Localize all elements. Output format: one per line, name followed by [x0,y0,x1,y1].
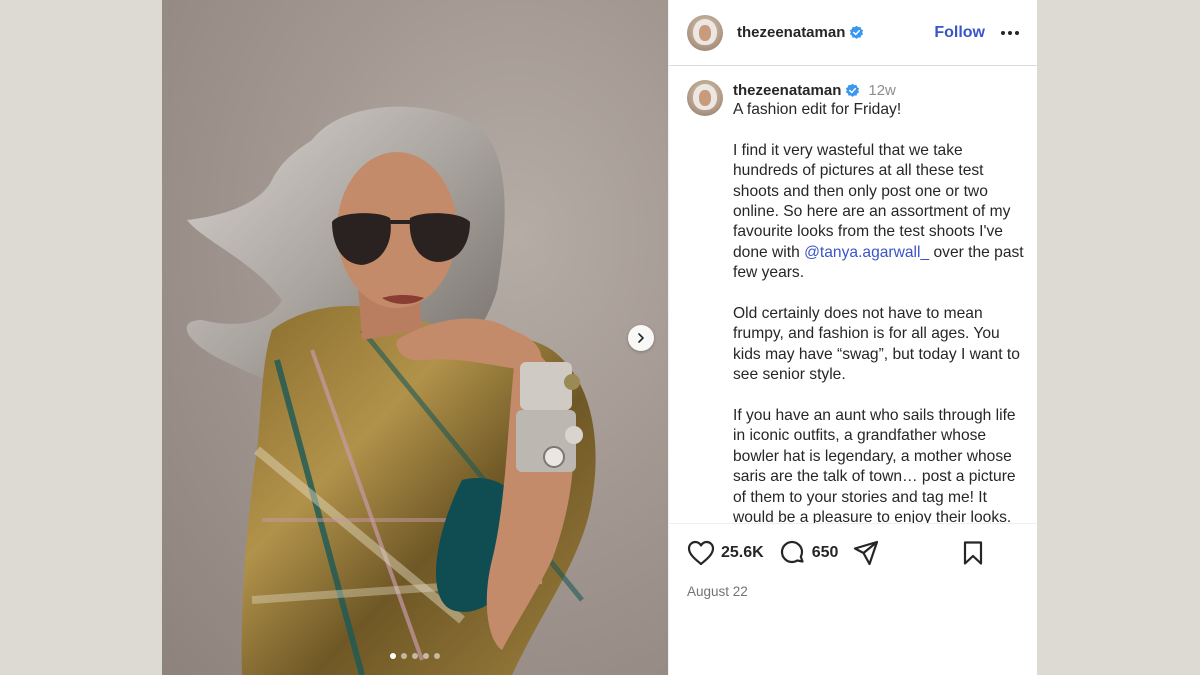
next-image-button[interactable] [628,325,654,351]
carousel-dot [401,653,407,659]
carousel-dot [412,653,418,659]
share-icon [854,540,879,566]
more-icon [1001,30,1005,35]
post-modal: thezeenataman Follow thezeenataman 12w A… [162,0,1037,675]
caption-avatar[interactable] [687,80,723,116]
carousel-indicator [162,653,668,659]
comment-count[interactable]: 650 [812,544,839,562]
post-media[interactable] [162,0,668,675]
verified-badge-icon [846,83,860,97]
verified-badge-icon [850,25,864,39]
next-arrow-icon [638,333,644,343]
like-count[interactable]: 25.6K [721,544,764,562]
header-username[interactable]: thezeenataman [737,24,845,41]
caption-paragraph: I find it very wasteful that we take hun… [733,141,1025,284]
save-button[interactable] [961,540,985,566]
post-timestamp[interactable]: 12w [868,82,896,99]
caption-scroll-area[interactable]: thezeenataman 12w A fashion edit for Fri… [669,66,1037,523]
carousel-dot [434,653,440,659]
share-button[interactable] [852,539,880,567]
caption-paragraph: Old certainly does not have to mean frum… [733,305,1020,384]
comment-icon [780,540,804,564]
post-side-panel: thezeenataman Follow thezeenataman 12w A… [668,0,1037,675]
follow-button[interactable]: Follow [934,24,985,42]
heart-icon [687,540,715,566]
caption-line: A fashion edit for Friday! [733,101,902,118]
caption-paragraph: If you have an aunt who sails through li… [733,407,1016,523]
post-actions: 25.6K 650 August 22 [669,523,1037,675]
like-button[interactable]: 25.6K [687,540,764,566]
more-options-button[interactable] [1001,30,1019,35]
post-header: thezeenataman Follow [669,0,1037,66]
caption-text: A fashion edit for Friday! I find it ver… [733,100,1025,523]
comment-button[interactable]: 650 [778,539,839,567]
carousel-dot [423,653,429,659]
carousel-dot [390,653,396,659]
mention-link[interactable]: @tanya.agarwall_ [804,244,929,261]
caption-username[interactable]: thezeenataman [733,82,841,99]
caption: thezeenataman 12w A fashion edit for Fri… [733,80,1025,524]
post-date[interactable]: August 22 [687,584,1019,599]
post-photo [186,106,596,675]
avatar[interactable] [687,14,723,51]
bookmark-icon [963,541,983,565]
